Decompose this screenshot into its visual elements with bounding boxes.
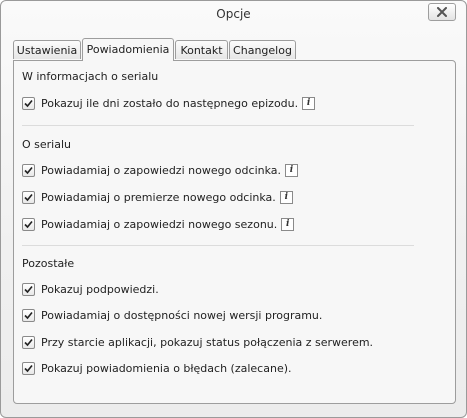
new-season-announcement-label[interactable]: Powiadamiaj o zapowiedzi nowego sezonu. — [41, 218, 277, 231]
section-title-about-series: O serialu — [22, 138, 72, 151]
divider — [22, 245, 414, 246]
option-row: Pokazuj podpowiedzi. — [22, 281, 159, 297]
checkmark-icon — [24, 311, 33, 319]
close-icon — [437, 7, 447, 17]
section-title-series-info: W informacjach o serialu — [22, 70, 159, 83]
notifications-panel: W informacjach o serialu Pokazuj ile dni… — [13, 60, 456, 404]
section-title-other: Pozostałe — [22, 257, 75, 270]
new-version-available-label[interactable]: Powiadamiaj o dostępności nowej wersji p… — [41, 309, 322, 322]
info-icon[interactable]: i — [279, 190, 293, 204]
tab-powiadomienia[interactable]: Powiadomienia — [82, 38, 174, 61]
checkmark-icon — [24, 99, 33, 107]
error-notifications-label[interactable]: Pokazuj powiadomienia o błędach (zalecan… — [41, 362, 292, 375]
checkmark-icon — [24, 220, 33, 228]
info-icon[interactable]: i — [285, 163, 299, 177]
tab-changelog[interactable]: Changelog — [229, 40, 296, 59]
option-row: Powiadamiaj o dostępności nowej wersji p… — [22, 307, 322, 323]
close-button[interactable] — [428, 3, 456, 21]
option-row: Powiadamiaj o zapowiedzi nowego odcinka.… — [22, 162, 299, 178]
options-dialog: Opcje Ustawienia Powiadomienia Kontakt C… — [0, 0, 467, 418]
new-episode-premiere-checkbox[interactable] — [22, 190, 35, 204]
new-season-announcement-checkbox[interactable] — [22, 217, 35, 231]
info-icon[interactable]: i — [302, 96, 316, 110]
checkmark-icon — [24, 364, 33, 372]
option-row: Pokazuj powiadomienia o błędach (zalecan… — [22, 360, 292, 376]
tab-kontakt[interactable]: Kontakt — [175, 40, 228, 59]
days-to-next-episode-checkbox[interactable] — [22, 96, 35, 110]
connection-status-on-start-label[interactable]: Przy starcie aplikacji, pokazuj status p… — [41, 336, 373, 349]
new-episode-announcement-label[interactable]: Powiadamiaj o zapowiedzi nowego odcinka. — [41, 164, 281, 177]
connection-status-on-start-checkbox[interactable] — [22, 335, 35, 349]
checkmark-icon — [24, 338, 33, 346]
error-notifications-checkbox[interactable] — [22, 361, 35, 375]
new-version-available-checkbox[interactable] — [22, 308, 35, 322]
tab-ustawienia[interactable]: Ustawienia — [13, 40, 81, 59]
new-episode-premiere-label[interactable]: Powiadamiaj o premierze nowego odcinka. — [41, 191, 276, 204]
show-tooltips-label[interactable]: Pokazuj podpowiedzi. — [41, 283, 159, 296]
new-episode-announcement-checkbox[interactable] — [22, 163, 35, 177]
option-row: Przy starcie aplikacji, pokazuj status p… — [22, 334, 373, 350]
divider — [22, 125, 414, 126]
dialog-title: Opcje — [216, 7, 251, 21]
days-to-next-episode-label[interactable]: Pokazuj ile dni zostało do następnego ep… — [41, 97, 298, 110]
checkmark-icon — [24, 285, 33, 293]
info-icon[interactable]: i — [281, 217, 295, 231]
checkmark-icon — [24, 193, 33, 201]
checkmark-icon — [24, 166, 33, 174]
show-tooltips-checkbox[interactable] — [22, 282, 35, 296]
option-row: Pokazuj ile dni zostało do następnego ep… — [22, 95, 316, 111]
option-row: Powiadamiaj o premierze nowego odcinka. … — [22, 189, 293, 205]
option-row: Powiadamiaj o zapowiedzi nowego sezonu. … — [22, 216, 295, 232]
